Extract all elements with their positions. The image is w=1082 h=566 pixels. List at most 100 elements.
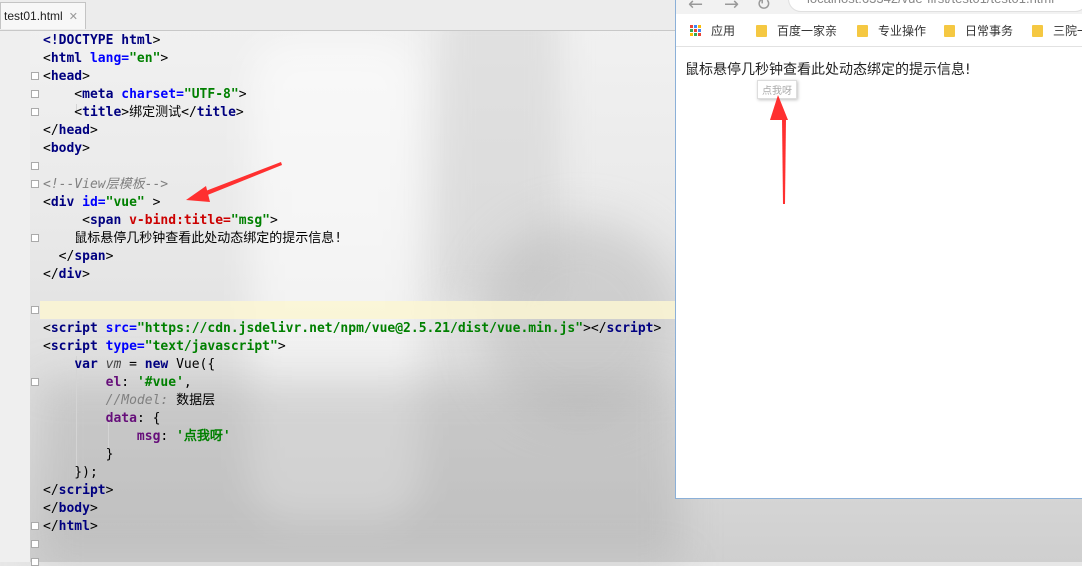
code-token: script — [606, 321, 654, 336]
code-token: </ — [43, 267, 59, 282]
page-span-text[interactable]: 鼠标悬停几秒钟查看此处动态绑定的提示信息! — [685, 59, 971, 79]
code-token: title= — [183, 213, 231, 228]
code-line: <div id="vue" > — [43, 194, 661, 212]
bookmark-apps[interactable]: 应用 — [690, 22, 735, 39]
code-line: </script> — [43, 482, 661, 500]
fold-marker-icon[interactable] — [31, 558, 39, 566]
code-line: <!--View层模板--> — [43, 176, 661, 194]
code-token: id= — [82, 195, 106, 210]
bookmark-label: 百度一家亲 — [777, 24, 838, 38]
code-line: //Model: 数据层 — [43, 392, 661, 410]
code-token: > — [105, 249, 114, 264]
bookmark-label: 三院一 — [1053, 24, 1082, 38]
code-token: data — [105, 411, 137, 426]
code-token: head — [58, 123, 90, 138]
code-token: : { — [136, 411, 161, 426]
code-line: <!DOCTYPE html> — [43, 32, 661, 50]
reload-icon[interactable]: ↻ — [756, 0, 771, 15]
code-line: var vm = new Vue({ — [43, 356, 661, 374]
tab-test01-html[interactable]: test01.html ✕ — [0, 2, 86, 29]
tab-label: test01.html — [4, 9, 63, 23]
fold-marker-icon[interactable] — [31, 306, 39, 314]
code-token: , — [183, 375, 192, 390]
back-icon[interactable]: ← — [688, 0, 703, 15]
code-token: > — [144, 195, 161, 210]
code-token: > — [160, 51, 169, 66]
code-token: < — [43, 213, 90, 228]
code-token: title — [82, 105, 122, 120]
code-line: <head> — [43, 68, 661, 86]
code-token: > — [105, 483, 114, 498]
code-line: </head> — [43, 122, 661, 140]
fold-marker-icon[interactable] — [31, 90, 39, 98]
bookmark-folder[interactable]: 日常事务 — [944, 22, 1013, 39]
code-token: <!DOCTYPE — [43, 33, 122, 48]
browser-toolbar: ← → ↻ localhost:63342/vue-first/test01/t… — [676, 0, 1082, 15]
code-line: <meta charset="UTF-8"> — [43, 86, 661, 104]
code-token: < — [43, 69, 51, 84]
fold-marker-icon[interactable] — [31, 180, 39, 188]
forward-icon[interactable]: → — [724, 0, 739, 15]
code-token: el — [105, 375, 122, 390]
code-token: 鼠标悬停几秒钟查看此处动态绑定的提示信息! — [43, 231, 343, 246]
code-line: </html> — [43, 518, 661, 536]
code-token: "msg" — [230, 213, 271, 228]
code-token: > — [270, 213, 278, 228]
code-token: > — [238, 87, 247, 102]
code-token: head — [50, 69, 83, 84]
fold-marker-icon[interactable] — [31, 72, 39, 80]
code-area[interactable]: <!DOCTYPE html> <html lang="en"> <head> <m… — [43, 32, 661, 536]
code-token: > — [121, 105, 130, 120]
code-token: = — [121, 357, 145, 372]
address-bar[interactable]: localhost:63342/vue-first/test01/test01.… — [788, 0, 1082, 12]
code-token: script — [58, 483, 106, 498]
code-token: "UTF-8" — [183, 87, 239, 102]
bookmark-folder[interactable]: 专业操作 — [857, 22, 926, 39]
bookmark-label: 日常事务 — [965, 24, 1014, 38]
code-line: 鼠标悬停几秒钟查看此处动态绑定的提示信息! — [43, 230, 661, 248]
code-line: } — [43, 446, 661, 464]
code-token: </ — [43, 249, 75, 264]
code-token: < — [43, 141, 51, 156]
code-token: 数据层 — [168, 393, 216, 408]
code-token: > — [235, 105, 244, 120]
fold-marker-icon[interactable] — [31, 234, 39, 242]
code-token: //Model: — [105, 393, 169, 408]
code-token: < — [43, 105, 83, 120]
code-token: html — [50, 51, 90, 66]
browser-window: ← → ↻ localhost:63342/vue-first/test01/t… — [675, 0, 1082, 499]
code-token: body — [50, 141, 83, 156]
code-token: "text/javascript" — [144, 339, 278, 354]
code-token: > — [89, 519, 98, 534]
fold-marker-icon[interactable] — [31, 162, 39, 170]
code-token: </ — [43, 483, 59, 498]
code-line: msg: '点我呀' — [43, 428, 661, 446]
bookmark-folder[interactable]: 百度一家亲 — [756, 22, 837, 39]
code-token: : — [121, 375, 137, 390]
code-token: > — [82, 267, 90, 282]
close-icon[interactable]: ✕ — [69, 10, 78, 23]
code-line: </div> — [43, 266, 661, 284]
code-line: data: { — [43, 410, 661, 428]
fold-marker-icon[interactable] — [31, 522, 39, 530]
code-token: > — [152, 33, 161, 48]
fold-marker-icon[interactable] — [31, 540, 39, 548]
code-token: title — [196, 105, 236, 120]
code-token: </ — [43, 123, 59, 138]
code-token: </ — [43, 501, 59, 516]
code-token: "https://cdn.jsdelivr.net/npm/vue@2.5.21… — [136, 321, 584, 336]
code-line: el: '#vue', — [43, 374, 661, 392]
fold-marker-icon[interactable] — [31, 108, 39, 116]
code-token: }); — [43, 465, 98, 480]
code-token: new — [144, 357, 177, 372]
bookmark-folder[interactable]: 三院一 — [1032, 22, 1082, 39]
code-token: </ — [181, 105, 197, 120]
fold-marker-icon[interactable] — [31, 378, 39, 386]
code-token: > — [82, 141, 90, 156]
bookmarks-bar: 应用 百度一家亲 专业操作 日常事务 三院一 — [676, 14, 1082, 47]
code-line: <span v-bind:title="msg"> — [43, 212, 661, 230]
